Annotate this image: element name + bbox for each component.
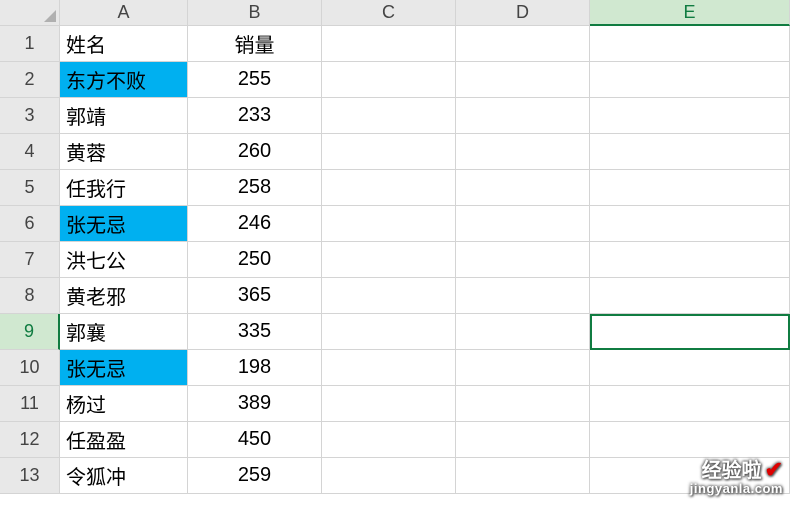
cell-D1[interactable] xyxy=(456,26,590,62)
row-header-3[interactable]: 3 xyxy=(0,98,60,134)
watermark-text-bottom: jingyanla.com xyxy=(690,482,783,496)
cell-C6[interactable] xyxy=(322,206,456,242)
column-header-C[interactable]: C xyxy=(322,0,456,26)
cell-B1[interactable]: 销量 xyxy=(188,26,322,62)
cell-C12[interactable] xyxy=(322,422,456,458)
cell-B13[interactable]: 259 xyxy=(188,458,322,494)
cell-B12[interactable]: 450 xyxy=(188,422,322,458)
cell-A7[interactable]: 洪七公 xyxy=(60,242,188,278)
cell-A13[interactable]: 令狐冲 xyxy=(60,458,188,494)
row-header-11[interactable]: 11 xyxy=(0,386,60,422)
cell-E3[interactable] xyxy=(590,98,790,134)
cell-C5[interactable] xyxy=(322,170,456,206)
row-header-9[interactable]: 9 xyxy=(0,314,60,350)
cell-A6[interactable]: 张无忌 xyxy=(60,206,188,242)
watermark: 经验啦✔ jingyanla.com xyxy=(690,458,783,496)
cell-C8[interactable] xyxy=(322,278,456,314)
cell-A2[interactable]: 东方不败 xyxy=(60,62,188,98)
cell-D12[interactable] xyxy=(456,422,590,458)
cell-B4[interactable]: 260 xyxy=(188,134,322,170)
row-header-2[interactable]: 2 xyxy=(0,62,60,98)
cell-C2[interactable] xyxy=(322,62,456,98)
cell-A12[interactable]: 任盈盈 xyxy=(60,422,188,458)
cell-E5[interactable] xyxy=(590,170,790,206)
cell-C11[interactable] xyxy=(322,386,456,422)
cell-C13[interactable] xyxy=(322,458,456,494)
cell-A5[interactable]: 任我行 xyxy=(60,170,188,206)
cell-A9[interactable]: 郭襄 xyxy=(60,314,188,350)
column-header-B[interactable]: B xyxy=(188,0,322,26)
cell-D7[interactable] xyxy=(456,242,590,278)
cell-E2[interactable] xyxy=(590,62,790,98)
cell-B3[interactable]: 233 xyxy=(188,98,322,134)
cell-A11[interactable]: 杨过 xyxy=(60,386,188,422)
cell-D11[interactable] xyxy=(456,386,590,422)
cell-E6[interactable] xyxy=(590,206,790,242)
cell-C10[interactable] xyxy=(322,350,456,386)
cell-E4[interactable] xyxy=(590,134,790,170)
row-header-4[interactable]: 4 xyxy=(0,134,60,170)
watermark-text-top: 经验啦 xyxy=(702,460,762,482)
cell-E9[interactable] xyxy=(590,314,790,350)
cell-B9[interactable]: 335 xyxy=(188,314,322,350)
cell-E8[interactable] xyxy=(590,278,790,314)
cell-E12[interactable] xyxy=(590,422,790,458)
cell-A8[interactable]: 黄老邪 xyxy=(60,278,188,314)
row-header-12[interactable]: 12 xyxy=(0,422,60,458)
row-header-6[interactable]: 6 xyxy=(0,206,60,242)
cell-C4[interactable] xyxy=(322,134,456,170)
cell-A10[interactable]: 张无忌 xyxy=(60,350,188,386)
cell-B8[interactable]: 365 xyxy=(188,278,322,314)
cell-D10[interactable] xyxy=(456,350,590,386)
row-header-13[interactable]: 13 xyxy=(0,458,60,494)
column-header-E[interactable]: E xyxy=(590,0,790,26)
cell-A3[interactable]: 郭靖 xyxy=(60,98,188,134)
check-icon: ✔ xyxy=(765,457,783,482)
select-all-corner[interactable] xyxy=(0,0,60,26)
row-header-8[interactable]: 8 xyxy=(0,278,60,314)
cell-D5[interactable] xyxy=(456,170,590,206)
cell-C1[interactable] xyxy=(322,26,456,62)
cell-E1[interactable] xyxy=(590,26,790,62)
cell-D13[interactable] xyxy=(456,458,590,494)
column-header-D[interactable]: D xyxy=(456,0,590,26)
cell-D6[interactable] xyxy=(456,206,590,242)
cell-D9[interactable] xyxy=(456,314,590,350)
cell-C7[interactable] xyxy=(322,242,456,278)
cell-D2[interactable] xyxy=(456,62,590,98)
cell-B6[interactable]: 246 xyxy=(188,206,322,242)
cell-B5[interactable]: 258 xyxy=(188,170,322,206)
cell-C3[interactable] xyxy=(322,98,456,134)
cell-E7[interactable] xyxy=(590,242,790,278)
cell-A1[interactable]: 姓名 xyxy=(60,26,188,62)
cell-B11[interactable]: 389 xyxy=(188,386,322,422)
row-header-10[interactable]: 10 xyxy=(0,350,60,386)
cell-B10[interactable]: 198 xyxy=(188,350,322,386)
cell-E10[interactable] xyxy=(590,350,790,386)
cell-A4[interactable]: 黄蓉 xyxy=(60,134,188,170)
column-header-A[interactable]: A xyxy=(60,0,188,26)
cell-D8[interactable] xyxy=(456,278,590,314)
row-header-7[interactable]: 7 xyxy=(0,242,60,278)
cell-B2[interactable]: 255 xyxy=(188,62,322,98)
cell-D4[interactable] xyxy=(456,134,590,170)
cell-B7[interactable]: 250 xyxy=(188,242,322,278)
row-header-5[interactable]: 5 xyxy=(0,170,60,206)
cell-D3[interactable] xyxy=(456,98,590,134)
cell-E11[interactable] xyxy=(590,386,790,422)
cell-C9[interactable] xyxy=(322,314,456,350)
row-header-1[interactable]: 1 xyxy=(0,26,60,62)
